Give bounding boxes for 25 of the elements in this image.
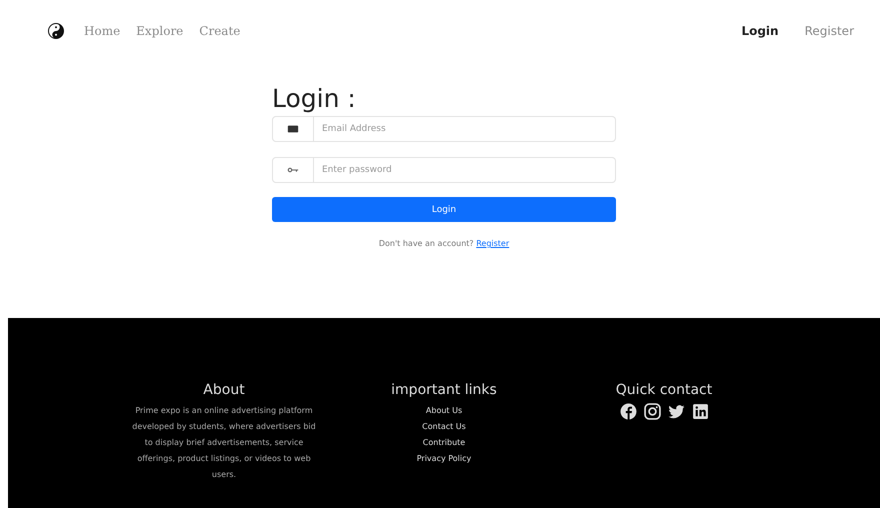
mail-icon <box>287 123 299 135</box>
footer-link[interactable]: Contact Us <box>422 419 466 435</box>
register-link[interactable]: Register <box>476 239 510 248</box>
footer-link[interactable]: Privacy Policy <box>416 451 472 467</box>
footer-heading: Quick contact <box>616 382 712 398</box>
email-field[interactable]: Email Address <box>314 116 616 142</box>
password-field[interactable]: Enter password <box>314 157 616 183</box>
login-button[interactable]: Login <box>272 197 616 222</box>
footer-heading: About <box>203 382 245 398</box>
footer-link[interactable]: About Us <box>426 403 462 419</box>
bird-icon[interactable] <box>668 403 684 420</box>
instagram-icon[interactable] <box>644 403 660 420</box>
footer-heading: important links <box>391 382 497 398</box>
page-title: Login : <box>272 84 357 113</box>
facebook-icon[interactable] <box>620 403 636 420</box>
footer-link[interactable]: Contribute <box>422 435 466 451</box>
nav-link[interactable]: Login <box>741 24 779 38</box>
nav-link[interactable]: Explore <box>136 24 184 38</box>
nav-link[interactable]: Home <box>84 24 120 38</box>
nav-link[interactable]: Register <box>804 24 854 38</box>
about-text: Prime expo is an online advertising platform developed by students, where advertisers bid to display brief advertisements, service offerings, product listings, or videos to web users. <box>131 405 317 481</box>
signup-prompt: Don't have an account? <box>378 239 475 248</box>
nav-link[interactable]: Create <box>199 24 240 38</box>
yin-yang-icon[interactable] <box>48 23 64 39</box>
linkedin-icon[interactable] <box>692 403 708 420</box>
